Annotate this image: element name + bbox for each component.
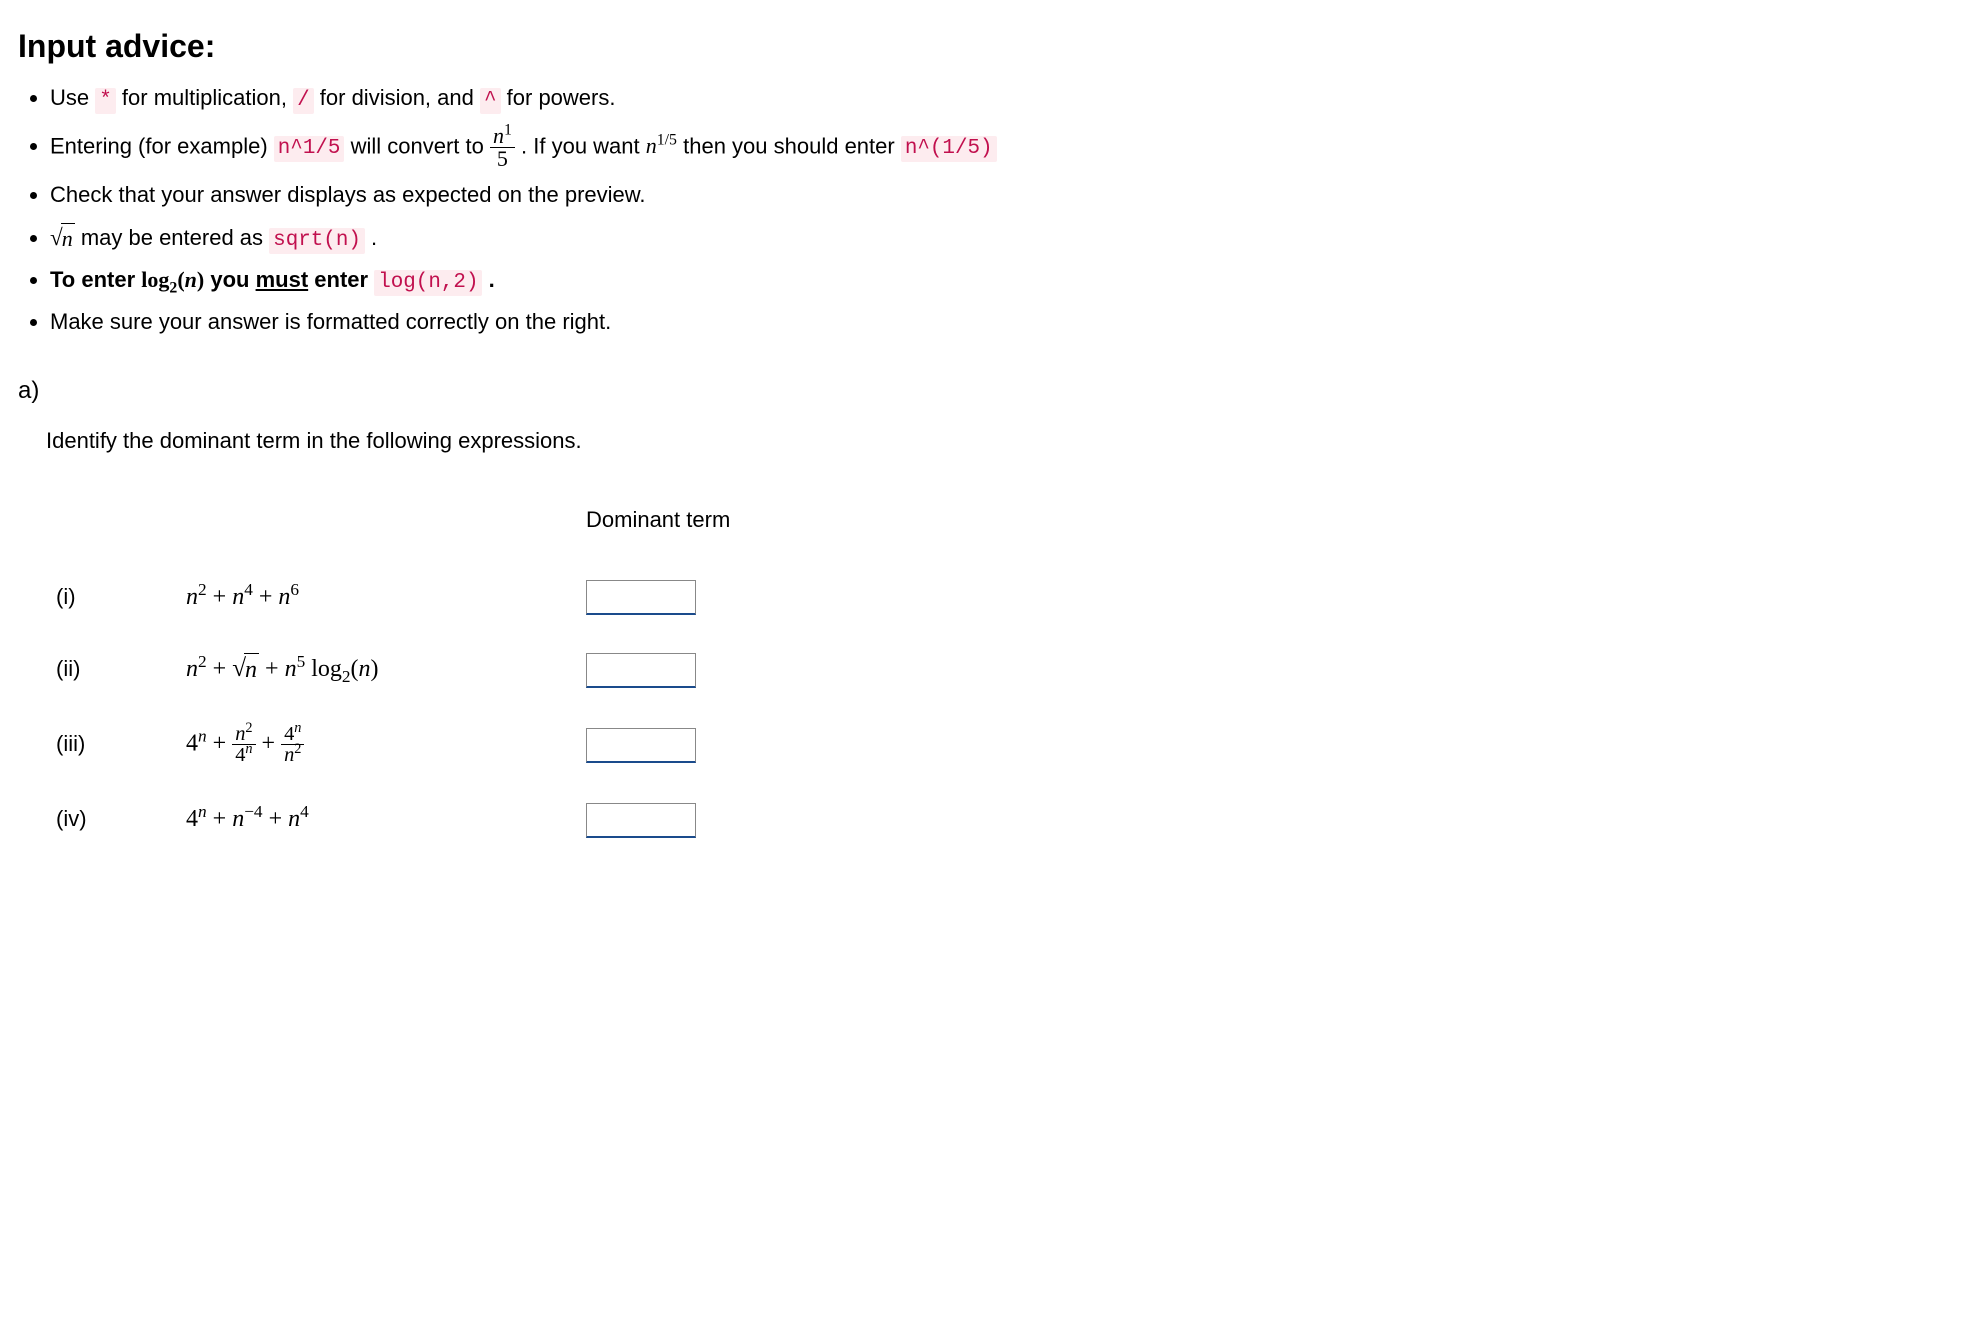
text: may be entered as (81, 225, 269, 250)
text-must: must (256, 267, 309, 292)
text: then you should enter (683, 133, 901, 158)
math-log2-n: log2(n) (141, 267, 204, 292)
text: for powers. (507, 85, 616, 110)
expression-iii: 4n + n2 4n + 4n n2 (176, 706, 576, 784)
roman-numeral: (ii) (46, 633, 176, 706)
code-n-1-5: n^1/5 (274, 136, 345, 162)
input-advice-heading: Input advice: (18, 24, 1959, 69)
table-row: (ii) n2 + √n + n5 log2(n) (46, 633, 740, 706)
text: for multiplication, (122, 85, 293, 110)
advice-list: Use * for multiplication, / for division… (18, 83, 1959, 338)
code-n-paren-1-5: n^(1/5) (901, 136, 997, 162)
code-log-n-2: log(n,2) (374, 270, 482, 296)
table-row: (i) n2 + n4 + n6 (46, 561, 740, 633)
roman-numeral: (iii) (46, 706, 176, 784)
advice-item-preview: Check that your answer displays as expec… (50, 180, 1959, 211)
advice-item-log: To enter log2(n) you must enter log(n,2)… (50, 265, 1959, 297)
text: Use (50, 85, 95, 110)
code-slash: / (293, 88, 314, 114)
code-star: * (95, 88, 116, 114)
dominant-term-input-iii[interactable] (586, 728, 696, 763)
text: . (489, 267, 495, 292)
text: . If you want (521, 133, 646, 158)
table-row: (iii) 4n + n2 4n + 4n n2 (46, 706, 740, 784)
code-sqrt-n: sqrt(n) (269, 228, 365, 254)
dominant-term-header: Dominant term (586, 505, 730, 536)
code-caret: ^ (480, 88, 501, 114)
expressions-table: Dominant term (i) n2 + n4 + n6 (ii) n2 +… (46, 487, 740, 856)
text: for division, and (320, 85, 480, 110)
part-a-prompt: Identify the dominant term in the follow… (46, 426, 1959, 457)
advice-item-sqrt: √n may be entered as sqrt(n) . (50, 221, 1959, 255)
dominant-term-input-ii[interactable] (586, 653, 696, 688)
text: To enter (50, 267, 141, 292)
advice-item-operators: Use * for multiplication, / for division… (50, 83, 1959, 115)
advice-item-format: Make sure your answer is formatted corre… (50, 307, 1959, 338)
text: enter (314, 267, 374, 292)
roman-numeral: (iv) (46, 784, 176, 856)
expression-i: n2 + n4 + n6 (176, 561, 576, 633)
math-sqrt-n: √n (50, 221, 75, 255)
expression-ii: n2 + √n + n5 log2(n) (176, 633, 576, 706)
text: Entering (for example) (50, 133, 274, 158)
dominant-term-input-iv[interactable] (586, 803, 696, 838)
dominant-term-input-i[interactable] (586, 580, 696, 615)
text: will convert to (351, 133, 490, 158)
text: you (210, 267, 255, 292)
table-row: (iv) 4n + n−4 + n4 (46, 784, 740, 856)
roman-numeral: (i) (46, 561, 176, 633)
expression-iv: 4n + n−4 + n4 (176, 784, 576, 856)
fraction-n1-over-5: n1 5 (490, 125, 515, 170)
part-a-label: a) (18, 374, 1959, 408)
advice-item-power-fraction: Entering (for example) n^1/5 will conver… (50, 125, 1959, 170)
math-n-1-5: n1/5 (646, 133, 677, 158)
text: . (371, 225, 377, 250)
